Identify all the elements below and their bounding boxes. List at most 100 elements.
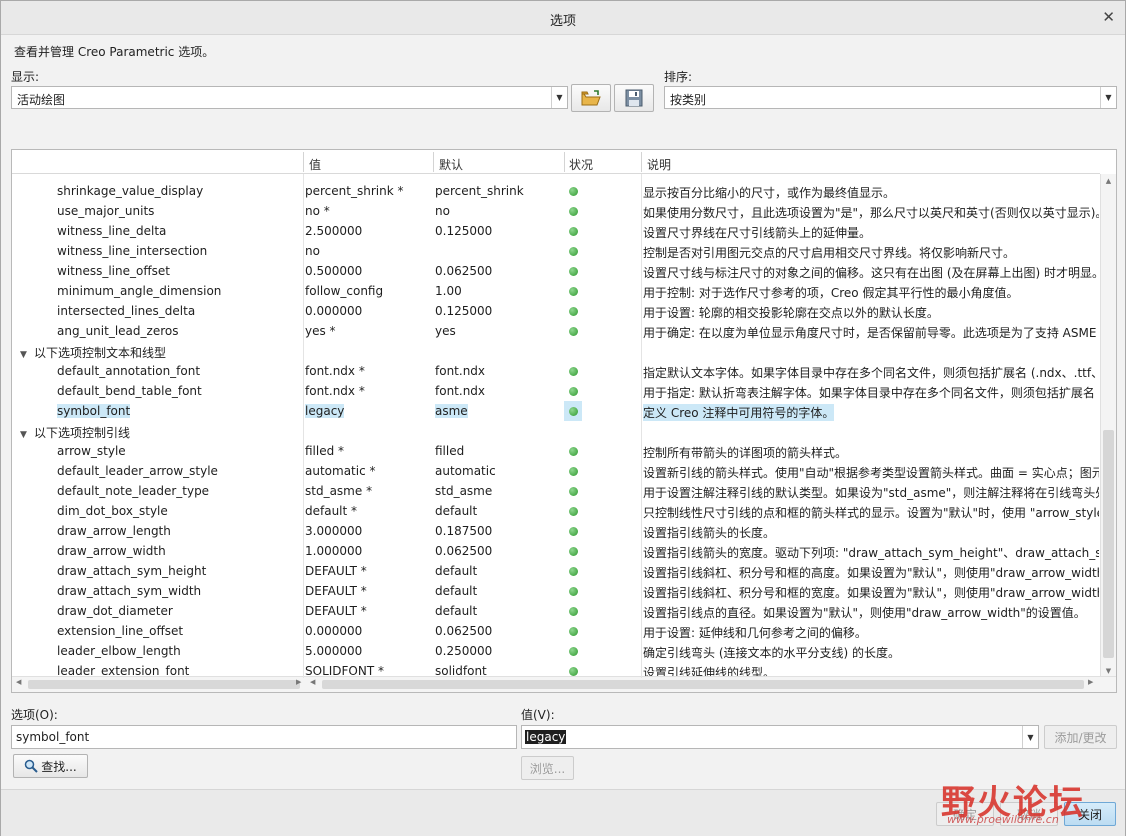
- status-ok-icon: [569, 287, 578, 296]
- option-row[interactable]: witness_line_intersection no 控制是否对引用图元交点的尺…: [12, 241, 1100, 261]
- scroll-left-icon[interactable]: ◀: [16, 678, 21, 686]
- watermark: 野火论坛 www.proewildfire.cn: [941, 775, 1121, 835]
- option-value: follow_config: [305, 284, 384, 298]
- option-default: solidfont: [435, 664, 487, 676]
- option-row[interactable]: default_note_leader_type std_asme * std_as…: [12, 481, 1100, 501]
- column-divider[interactable]: [303, 152, 304, 172]
- option-name: ang_unit_lead_zeros: [57, 324, 179, 338]
- option-row[interactable]: symbol_font legacy asme 定义 Creo 注释中可用符号的字体。: [12, 401, 1100, 421]
- save-button[interactable]: [614, 84, 654, 112]
- category-row[interactable]: ▼ 以下选项控制引线: [12, 421, 1100, 441]
- display-dropdown[interactable]: 活动绘图 ▼: [11, 86, 568, 109]
- option-description: 显示按百分比缩小的尺寸，或作为最终值显示。: [643, 186, 896, 200]
- option-description: 如果使用分数尺寸，且此选项设置为"是"，那么尺寸以英尺和英寸(否则仅以英寸显示)…: [643, 206, 1099, 220]
- collapse-triangle-icon[interactable]: ▼: [20, 350, 34, 360]
- category-label: ▼ 以下选项控制引线: [20, 424, 130, 441]
- scroll-thumb-left[interactable]: [28, 680, 300, 689]
- option-row[interactable]: dim_dot_box_style default * default 只控制线性尺寸…: [12, 501, 1100, 521]
- option-value: 2.500000: [305, 224, 363, 238]
- option-row[interactable]: leader_extension_font SOLIDFONT * solidfon…: [12, 661, 1100, 676]
- column-divider[interactable]: [641, 152, 642, 172]
- value-dropdown[interactable]: legacy ▼: [521, 725, 1039, 749]
- option-name: use_major_units: [57, 204, 155, 218]
- option-default: 0.125000: [435, 304, 493, 318]
- open-file-button[interactable]: [571, 84, 611, 112]
- status-ok-icon: [569, 647, 578, 656]
- browse-button[interactable]: 浏览...: [521, 756, 574, 780]
- option-default: font.ndx: [435, 364, 486, 378]
- option-row[interactable]: default_leader_arrow_style automatic * aut…: [12, 461, 1100, 481]
- find-button[interactable]: 查找...: [13, 754, 88, 778]
- option-input[interactable]: symbol_font: [11, 725, 517, 749]
- option-value: font.ndx *: [305, 384, 365, 398]
- option-description: 设置指引线点的直径。如果设置为"默认"，则使用"draw_arrow_width…: [643, 606, 1086, 620]
- vertical-scrollbar[interactable]: ▲ ▼: [1100, 174, 1116, 678]
- status-ok-icon: [569, 307, 578, 316]
- column-divider[interactable]: [564, 152, 565, 172]
- option-row[interactable]: leader_elbow_length 5.000000 0.250000 确定引线弯…: [12, 641, 1100, 661]
- option-value: 1.000000: [305, 544, 363, 558]
- option-default: 1.00: [435, 284, 462, 298]
- option-row[interactable]: default_annotation_font font.ndx * font.nd…: [12, 361, 1100, 381]
- option-row[interactable]: extension_line_offset 0.000000 0.062500 用于设…: [12, 621, 1100, 641]
- option-default: default: [435, 504, 478, 518]
- scroll-left-icon[interactable]: ◀: [310, 678, 315, 686]
- option-name: witness_line_offset: [57, 264, 170, 278]
- option-row[interactable]: draw_attach_sym_width DEFAULT * default 设置指…: [12, 581, 1100, 601]
- sort-dropdown[interactable]: 按类别 ▼: [664, 86, 1117, 109]
- watermark-url: www.proewildfire.cn: [947, 813, 1059, 826]
- option-row[interactable]: draw_attach_sym_height DEFAULT * default 设置…: [12, 561, 1100, 581]
- option-default: 0.062500: [435, 544, 493, 558]
- option-description: 设置指引线斜杠、积分号和框的高度。如果设置为"默认"，则使用"draw_arro…: [643, 566, 1099, 580]
- option-row[interactable]: draw_arrow_length 3.000000 0.187500 设置指引线箭头…: [12, 521, 1100, 541]
- option-description: 设置尺寸界线在尺寸引线箭头上的延伸量。: [643, 226, 872, 240]
- category-row[interactable]: ▼ 以下选项控制文本和线型: [12, 341, 1100, 361]
- option-description: 设置指引线箭头的宽度。驱动下列项: "draw_attach_sym_heigh…: [643, 546, 1099, 560]
- scroll-thumb[interactable]: [1103, 430, 1114, 658]
- option-row[interactable]: witness_line_delta 2.500000 0.125000 设置尺寸界线…: [12, 221, 1100, 241]
- folder-open-icon: [581, 90, 601, 106]
- scroll-up-icon[interactable]: ▲: [1101, 174, 1116, 188]
- option-row[interactable]: intersected_lines_delta 0.000000 0.125000 用…: [12, 301, 1100, 321]
- find-button-label: 查找...: [41, 759, 77, 774]
- option-name: shrinkage_value_display: [57, 184, 204, 198]
- option-row[interactable]: minimum_angle_dimension follow_config 1.00…: [12, 281, 1100, 301]
- chevron-down-icon: ▼: [1022, 726, 1038, 748]
- option-default: yes: [435, 324, 456, 338]
- option-name: symbol_font: [57, 404, 131, 418]
- option-row[interactable]: draw_dot_diameter DEFAULT * default 设置指引线点的…: [12, 601, 1100, 621]
- sort-value: 按类别: [670, 93, 707, 107]
- scroll-thumb-right[interactable]: [322, 680, 1084, 689]
- horizontal-scrollbar[interactable]: ◀ ▶ ◀ ▶: [12, 676, 1116, 692]
- option-name: leader_elbow_length: [57, 644, 181, 658]
- close-icon[interactable]: ✕: [1102, 8, 1115, 26]
- option-description: 设置新引线的箭头样式。使用"自动"根据参考类型设置箭头样式。曲面 = 实心点；图…: [643, 466, 1099, 480]
- option-row[interactable]: draw_arrow_width 1.000000 0.062500 设置指引线箭头的…: [12, 541, 1100, 561]
- header-default[interactable]: 默认: [439, 156, 463, 173]
- option-row[interactable]: shrinkage_value_display percent_shrink * p…: [12, 181, 1100, 201]
- option-row[interactable]: arrow_style filled * filled 控制所有带箭头的详图项的箭头样…: [12, 441, 1100, 461]
- option-description: 用于确定: 在以度为单位显示角度尺寸时，是否保留前导零。此选项是为了支持 ASM…: [643, 326, 1099, 340]
- option-name: leader_extension_font: [57, 664, 190, 676]
- option-row[interactable]: default_bend_table_font font.ndx * font.nd…: [12, 381, 1100, 401]
- header-description[interactable]: 说明: [647, 156, 671, 173]
- header-value[interactable]: 值: [309, 156, 321, 173]
- status-ok-icon: [569, 447, 578, 456]
- option-row[interactable]: ang_unit_lead_zeros yes * yes 用于确定: 在以度为单位显…: [12, 321, 1100, 341]
- option-label: 选项(O):: [11, 708, 58, 722]
- chevron-down-icon: ▼: [551, 87, 567, 108]
- option-name: draw_attach_sym_width: [57, 584, 202, 598]
- add-change-button[interactable]: 添加/更改: [1044, 725, 1117, 749]
- status-ok-icon: [569, 207, 578, 216]
- collapse-triangle-icon[interactable]: ▼: [20, 430, 34, 440]
- option-value: DEFAULT *: [305, 584, 367, 598]
- scroll-right-icon[interactable]: ▶: [296, 678, 301, 686]
- option-row[interactable]: witness_line_offset 0.500000 0.062500 设置尺寸线…: [12, 261, 1100, 281]
- option-value: SOLIDFONT *: [305, 664, 384, 676]
- header-status[interactable]: 状况: [569, 156, 593, 173]
- option-row[interactable]: use_major_units no * no 如果使用分数尺寸，且此选项设置为"是"…: [12, 201, 1100, 221]
- option-description: 用于设置注解注释引线的默认类型。如果设为"std_asme"，则注解注释将在引线…: [643, 486, 1099, 500]
- table-header: 值 默认 状况 说明: [12, 150, 1100, 174]
- scroll-right-icon[interactable]: ▶: [1088, 678, 1093, 686]
- column-divider[interactable]: [433, 152, 434, 172]
